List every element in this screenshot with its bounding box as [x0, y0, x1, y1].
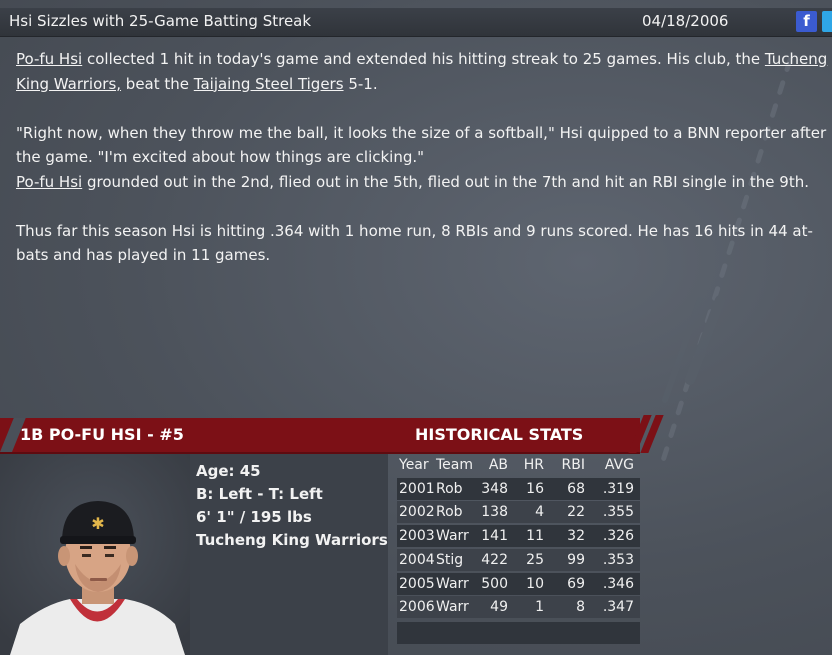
player-quote: "Right now, when they throw me the ball,… [16, 123, 827, 167]
table-row: 2005 Warr 500 10 69 .346 [397, 573, 640, 595]
cell-rbi: 32 [567, 528, 585, 544]
cell-ab: 49 [490, 599, 508, 615]
cell-ab: 138 [481, 504, 508, 520]
cell-year: 2006 [399, 599, 435, 615]
article-text: 5-1. [343, 74, 378, 93]
table-row: 2001 Rob 348 16 68 .319 [397, 478, 640, 500]
cell-rbi: 68 [567, 481, 585, 497]
header-year: Year [399, 457, 429, 473]
header-hr: HR [523, 457, 544, 473]
table-row: 2004 Stig 422 25 99 .353 [397, 549, 640, 571]
opponent-link[interactable]: Taijaing Steel Tigers [194, 75, 344, 93]
article-text: collected 1 hit in today's game and exte… [82, 50, 765, 68]
cell-year: 2001 [399, 481, 435, 497]
svg-text:✱: ✱ [91, 514, 104, 533]
cell-avg: .355 [602, 504, 634, 520]
cell-ab: 422 [481, 552, 508, 568]
cell-hr: 10 [526, 576, 544, 592]
player-portrait: ✱ [0, 454, 190, 655]
header-team: Team [436, 457, 474, 473]
player-team: Tucheng King Warriors [196, 531, 388, 549]
cell-hr: 25 [526, 552, 544, 568]
player-banner: 1B PO-FU HSI - #5 HISTORICAL STATS [0, 418, 640, 454]
cell-year: 2005 [399, 576, 435, 592]
player-link[interactable]: Po-fu Hsi [16, 50, 82, 68]
article-text: grounded out in the 2nd, flied out in th… [82, 172, 809, 191]
header-ab: AB [488, 457, 508, 473]
cell-hr: 11 [526, 528, 544, 544]
article-date: 04/18/2006 [642, 12, 729, 30]
article-paragraph: Thus far this season Hsi is hitting .364… [16, 221, 813, 265]
player-banner-title: 1B PO-FU HSI - #5 [20, 425, 184, 444]
cell-team: Warr [436, 528, 469, 544]
cell-team: Warr [436, 576, 469, 592]
cell-hr: 4 [535, 504, 544, 520]
cell-team: Rob [436, 504, 463, 520]
headline-bar: Hsi Sizzles with 25-Game Batting Streak … [0, 8, 832, 37]
cell-team: Stig [436, 552, 464, 568]
cell-year: 2002 [399, 504, 435, 520]
cell-rbi: 8 [576, 599, 585, 615]
player-age: Age: 45 [196, 462, 261, 480]
player-bats-throws: B: Left - T: Left [196, 485, 323, 503]
article-paragraph: Po-fu Hsi collected 1 hit in today's gam… [16, 47, 831, 96]
cell-team: Rob [436, 481, 463, 497]
article-paragraph: "Right now, when they throw me the ball,… [16, 121, 831, 195]
article-body: Po-fu Hsi collected 1 hit in today's gam… [16, 47, 831, 292]
stats-table-footer [397, 622, 640, 644]
player-link[interactable]: Po-fu Hsi [16, 173, 82, 191]
table-header-row: Year Team AB HR RBI AVG [397, 454, 640, 476]
table-row: 2002 Rob 138 4 22 .355 [397, 501, 640, 523]
cell-ab: 348 [481, 481, 508, 497]
table-row: 2003 Warr 141 11 32 .326 [397, 525, 640, 547]
table-row: 2006 Warr 49 1 8 .347 [397, 596, 640, 618]
cell-hr: 1 [535, 599, 544, 615]
cell-rbi: 69 [567, 576, 585, 592]
twitter-icon[interactable] [822, 11, 832, 32]
cell-year: 2004 [399, 552, 435, 568]
cell-avg: .346 [602, 576, 634, 592]
headline-title: Hsi Sizzles with 25-Game Batting Streak [9, 12, 312, 30]
cell-avg: .319 [602, 481, 634, 497]
cell-rbi: 22 [567, 504, 585, 520]
article-text: beat the [121, 74, 194, 93]
cell-avg: .326 [602, 528, 634, 544]
header-avg: AVG [604, 457, 634, 473]
historical-stats-table: Year Team AB HR RBI AVG 2001 Rob 348 16 … [397, 454, 640, 646]
cell-avg: .353 [602, 552, 634, 568]
cell-ab: 141 [481, 528, 508, 544]
cell-ab: 500 [481, 576, 508, 592]
cell-hr: 16 [526, 481, 544, 497]
historical-stats-title: HISTORICAL STATS [415, 425, 584, 444]
player-height-weight: 6' 1" / 195 lbs [196, 508, 312, 526]
cell-team: Warr [436, 599, 469, 615]
cell-rbi: 99 [567, 552, 585, 568]
facebook-icon[interactable]: f [796, 11, 817, 32]
cell-year: 2003 [399, 528, 435, 544]
header-rbi: RBI [561, 457, 585, 473]
cell-avg: .347 [602, 599, 634, 615]
